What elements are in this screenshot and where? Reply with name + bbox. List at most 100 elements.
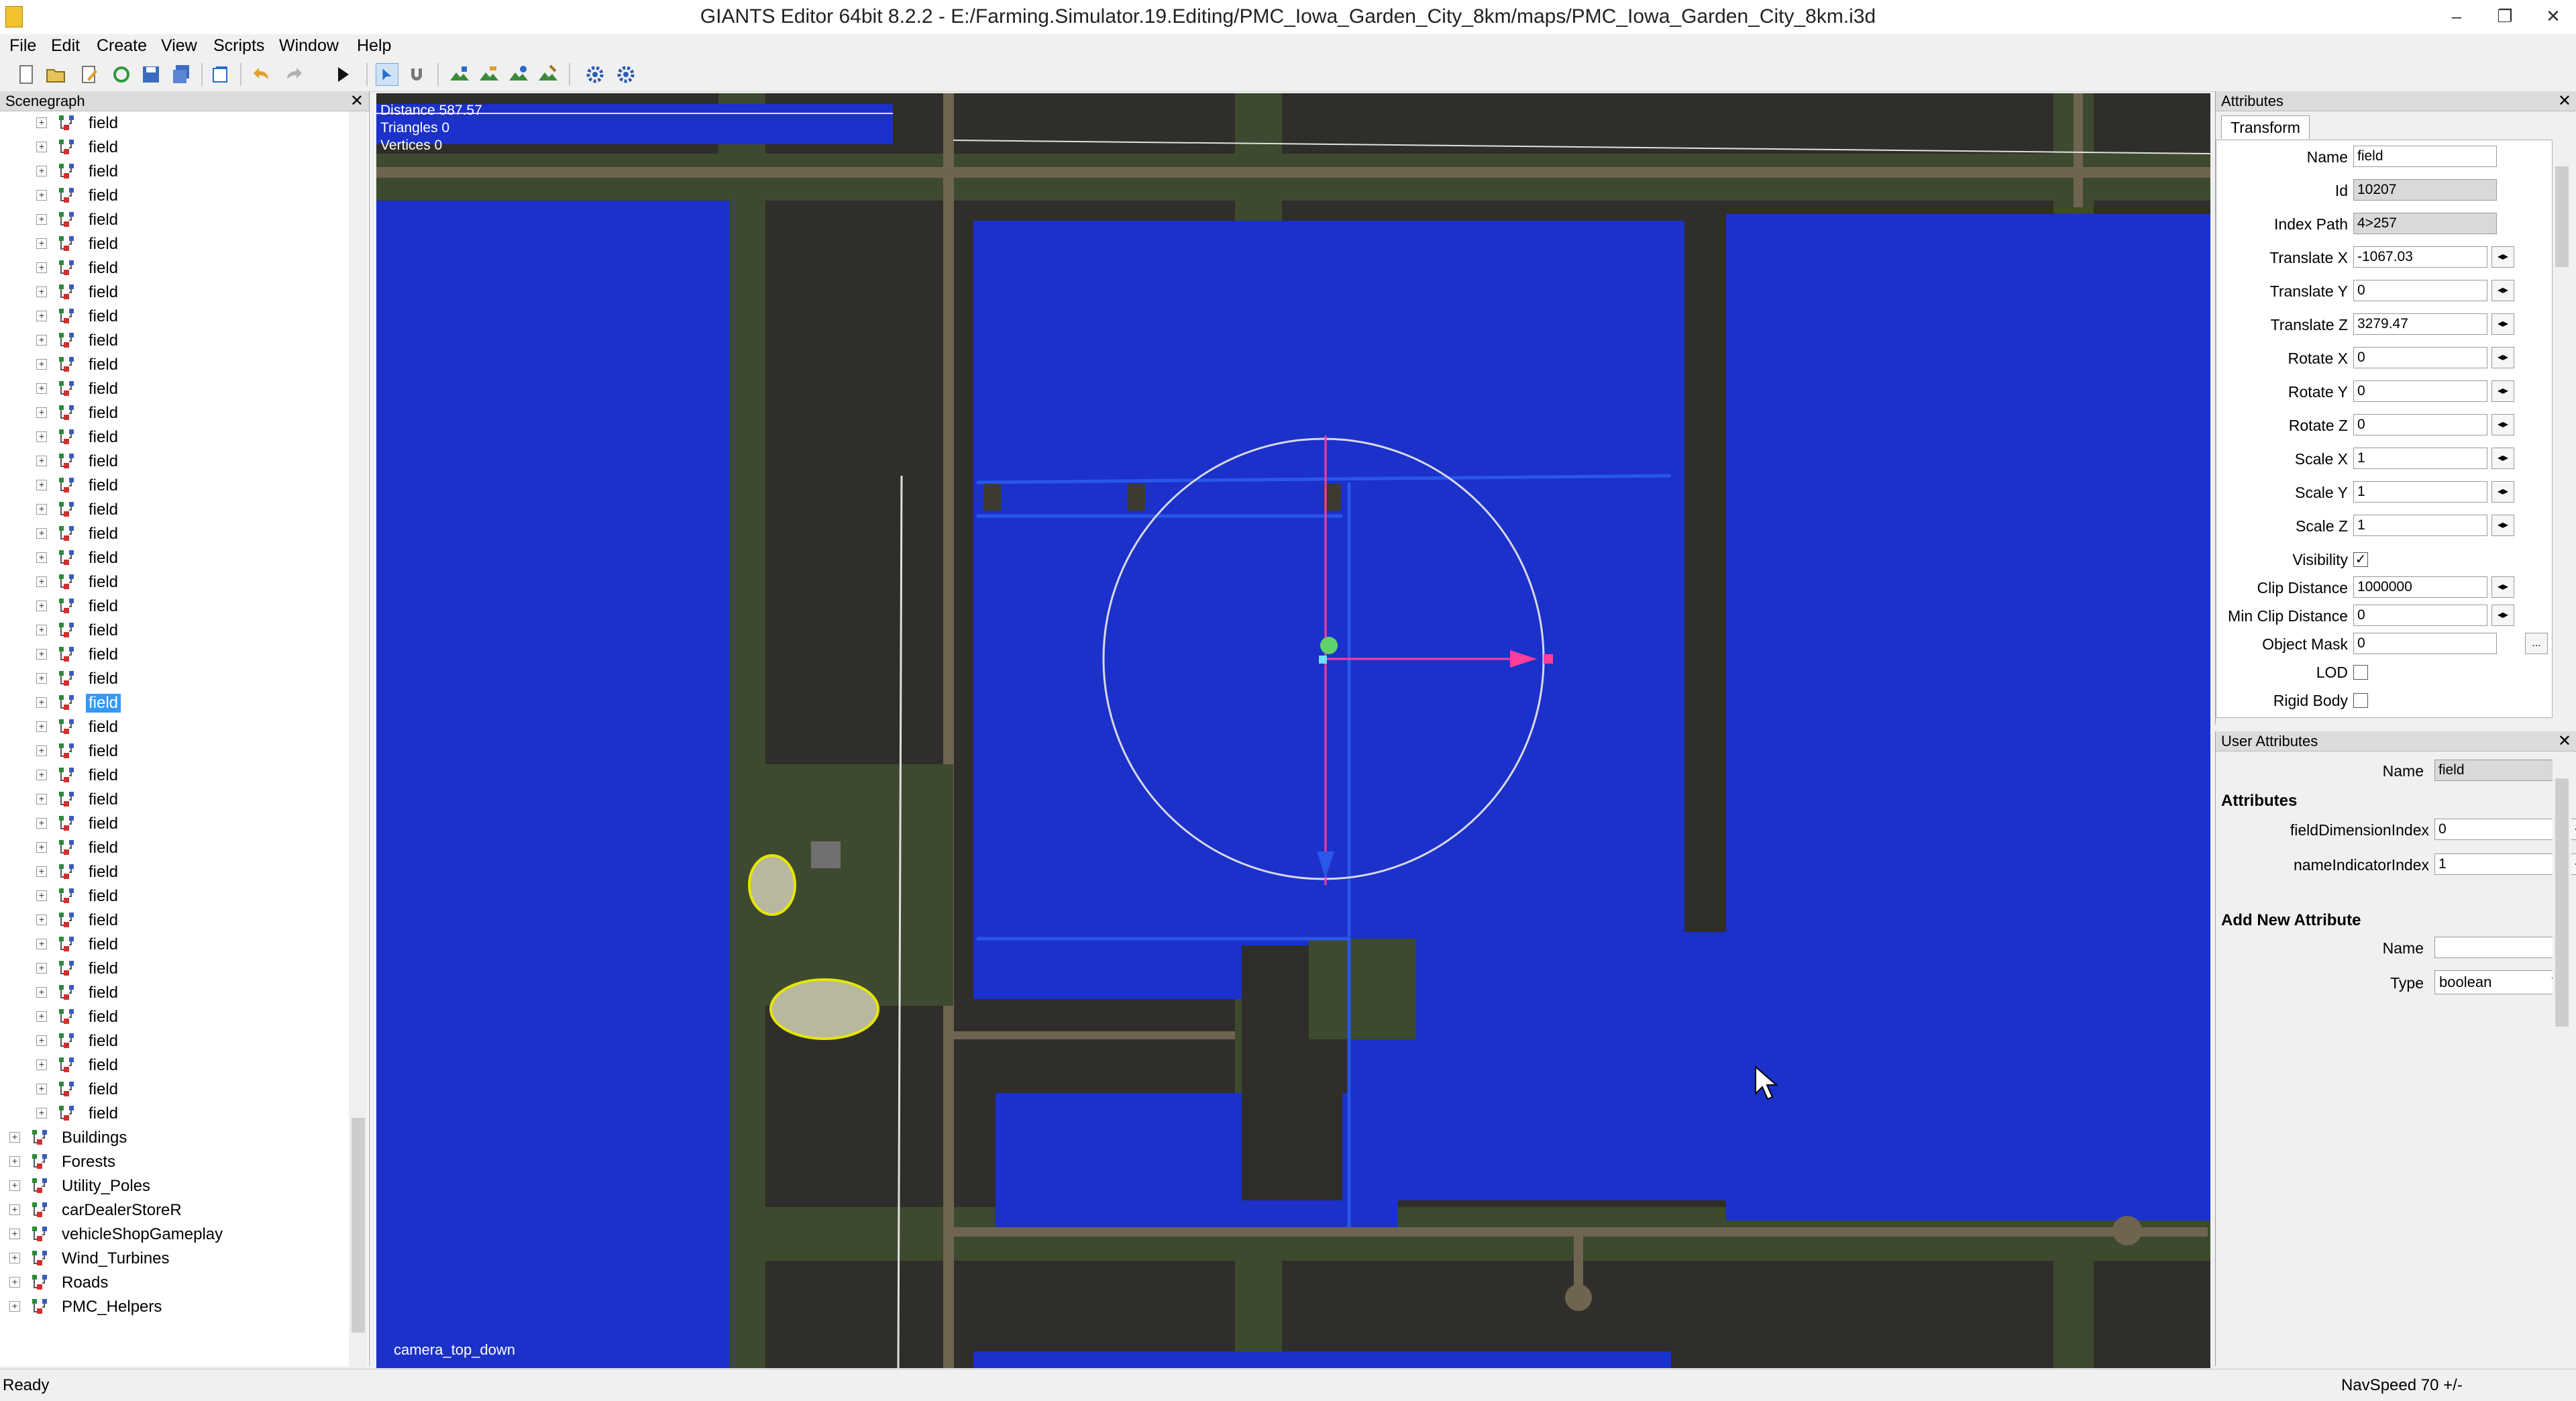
tree-item-field[interactable]: + field: [0, 329, 349, 353]
expand-icon[interactable]: +: [36, 311, 47, 321]
expand-icon[interactable]: +: [9, 1180, 20, 1191]
open-folder-icon[interactable]: [44, 63, 67, 86]
expand-icon[interactable]: +: [36, 262, 47, 273]
attr-input[interactable]: 0: [2353, 380, 2487, 402]
attr-input[interactable]: 0: [2353, 347, 2487, 368]
tree-item-field[interactable]: + field: [0, 136, 349, 160]
attr-input[interactable]: 1000000: [2353, 576, 2487, 598]
attr-input[interactable]: 1: [2353, 481, 2487, 503]
attributes-scrollbar[interactable]: [2553, 140, 2571, 717]
tree-item-field[interactable]: + field: [0, 184, 349, 208]
tree-item-group[interactable]: + Roads: [0, 1271, 349, 1295]
reload-icon[interactable]: [110, 63, 133, 86]
tree-item-group[interactable]: + Forests: [0, 1150, 349, 1174]
expand-icon[interactable]: +: [36, 359, 47, 370]
tree-item-field[interactable]: + field: [0, 353, 349, 377]
expand-icon[interactable]: +: [9, 1253, 20, 1263]
expand-icon[interactable]: +: [36, 117, 47, 128]
tree-item-field[interactable]: + field: [0, 812, 349, 836]
expand-icon[interactable]: +: [36, 1059, 47, 1070]
tree-item-field[interactable]: + field: [0, 474, 349, 498]
attr-input[interactable]: 1: [2353, 515, 2487, 536]
expand-icon[interactable]: +: [36, 866, 47, 877]
tree-item-group[interactable]: + PMC_Helpers: [0, 1295, 349, 1319]
minimize-button[interactable]: –: [2436, 3, 2477, 30]
close-button[interactable]: ✕: [2533, 3, 2573, 30]
tree-item-field[interactable]: + field: [0, 594, 349, 619]
expand-icon[interactable]: +: [36, 987, 47, 998]
attr-checkbox[interactable]: [2353, 693, 2368, 708]
expand-icon[interactable]: +: [36, 963, 47, 974]
new-attribute-name-input[interactable]: [2434, 937, 2566, 958]
attr-input[interactable]: 3279.47: [2353, 313, 2487, 335]
expand-icon[interactable]: +: [36, 238, 47, 249]
tree-item-field[interactable]: + field: [0, 498, 349, 522]
close-icon[interactable]: ✕: [350, 91, 364, 111]
expand-icon[interactable]: +: [36, 383, 47, 394]
expand-icon[interactable]: +: [36, 697, 47, 708]
expand-icon[interactable]: +: [36, 504, 47, 515]
field-dimension-index-input[interactable]: 0: [2434, 819, 2566, 840]
tree-item-group[interactable]: + vehicleShopGameplay: [0, 1223, 349, 1247]
tree-item-field[interactable]: + field: [0, 836, 349, 860]
tree-item-field[interactable]: + field: [0, 691, 349, 715]
tree-item-field[interactable]: + field: [0, 619, 349, 643]
tree-item-field[interactable]: + field: [0, 715, 349, 739]
tree-item-field[interactable]: + field: [0, 1102, 349, 1126]
expand-icon[interactable]: +: [36, 794, 47, 805]
tree-item-field[interactable]: + field: [0, 256, 349, 280]
select-mode-icon[interactable]: [376, 63, 398, 86]
attr-input[interactable]: 0: [2353, 414, 2487, 435]
attr-stepper[interactable]: ◂▸: [2491, 515, 2514, 536]
restore-button[interactable]: ❐: [2485, 3, 2525, 30]
tree-item-field[interactable]: + field: [0, 909, 349, 933]
attr-checkbox[interactable]: [2353, 665, 2368, 680]
user-attributes-scrollbar[interactable]: [2553, 751, 2571, 1366]
expand-icon[interactable]: +: [36, 745, 47, 756]
attr-stepper[interactable]: ◂▸: [2491, 605, 2514, 626]
tree-item-group[interactable]: + Wind_Turbines: [0, 1247, 349, 1271]
new-file-icon[interactable]: [15, 63, 38, 86]
tree-item-field[interactable]: + field: [0, 522, 349, 546]
tree-item-field[interactable]: + field: [0, 957, 349, 981]
scrollbar-thumb[interactable]: [2555, 778, 2569, 1027]
expand-icon[interactable]: +: [36, 576, 47, 587]
tree-item-group[interactable]: + Buildings: [0, 1126, 349, 1150]
magnet-icon[interactable]: [405, 63, 428, 86]
attr-input[interactable]: 0: [2353, 280, 2487, 301]
tree-item-group[interactable]: + Utility_Poles: [0, 1174, 349, 1198]
undo-icon[interactable]: [251, 63, 274, 86]
expand-icon[interactable]: +: [36, 842, 47, 853]
redo-icon[interactable]: [282, 63, 305, 86]
expand-icon[interactable]: +: [36, 721, 47, 732]
tree-item-field[interactable]: + field: [0, 764, 349, 788]
expand-icon[interactable]: +: [36, 552, 47, 563]
expand-icon[interactable]: +: [36, 456, 47, 466]
expand-icon[interactable]: +: [36, 625, 47, 635]
attr-checkbox[interactable]: ✓: [2353, 552, 2368, 567]
expand-icon[interactable]: +: [36, 1011, 47, 1022]
expand-icon[interactable]: +: [36, 770, 47, 780]
tree-item-field[interactable]: + field: [0, 450, 349, 474]
tree-item-field[interactable]: + field: [0, 884, 349, 909]
tree-item-field[interactable]: + field: [0, 643, 349, 667]
expand-icon[interactable]: +: [36, 915, 47, 925]
attr-stepper[interactable]: ◂▸: [2491, 380, 2514, 402]
attr-input[interactable]: 0: [2353, 605, 2487, 626]
selected-object[interactable]: [748, 854, 796, 916]
tree-item-field[interactable]: + field: [0, 739, 349, 764]
menu-view[interactable]: View: [161, 36, 197, 56]
tree-item-field[interactable]: + field: [0, 208, 349, 232]
import-icon[interactable]: [209, 63, 232, 86]
attr-stepper[interactable]: ◂▸: [2491, 414, 2514, 435]
tree-item-group[interactable]: + carDealerStoreR: [0, 1198, 349, 1223]
menu-file[interactable]: File: [9, 36, 36, 56]
menu-scripts[interactable]: Scripts: [213, 36, 264, 56]
attr-stepper[interactable]: ◂▸: [2491, 280, 2514, 301]
tree-item-field[interactable]: + field: [0, 1029, 349, 1053]
expand-icon[interactable]: +: [36, 166, 47, 176]
expand-icon[interactable]: +: [9, 1132, 20, 1143]
expand-icon[interactable]: +: [36, 1084, 47, 1094]
tree-item-field[interactable]: + field: [0, 860, 349, 884]
expand-icon[interactable]: +: [36, 673, 47, 684]
